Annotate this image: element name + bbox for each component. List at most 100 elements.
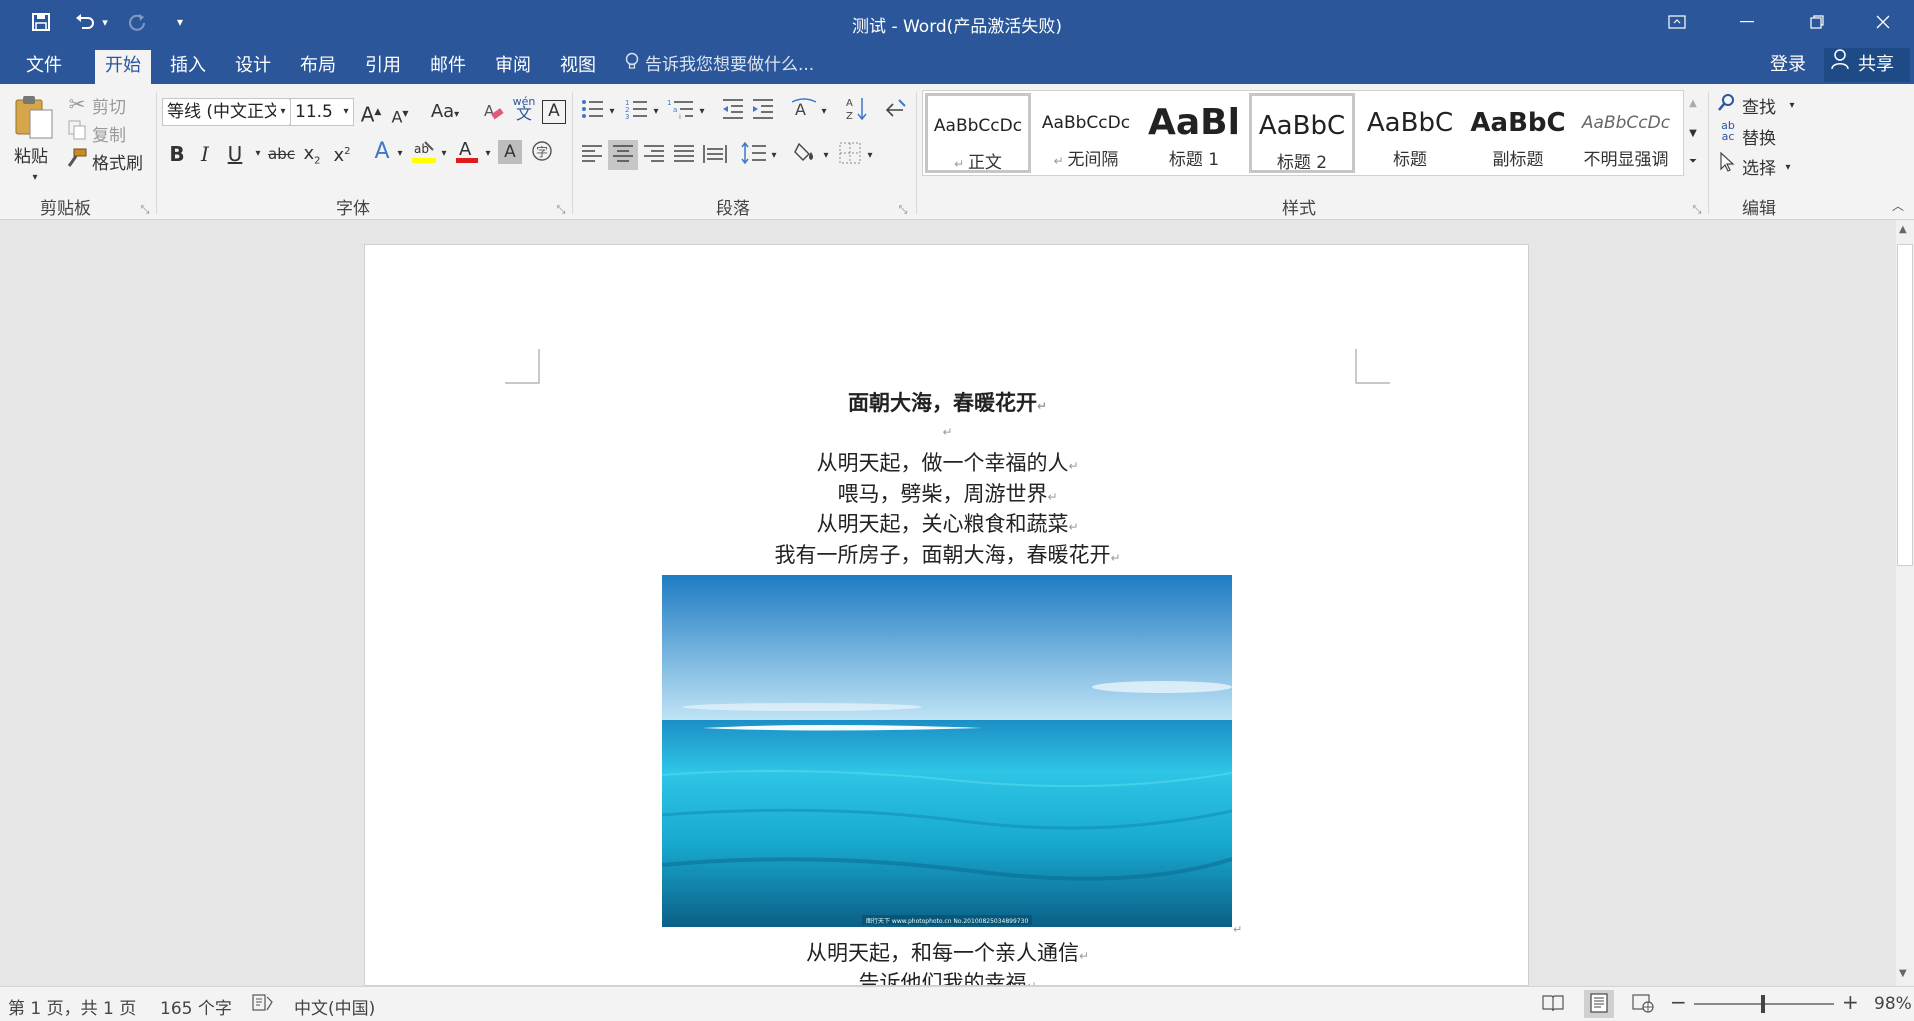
- highlight-color-icon[interactable]: ab: [410, 138, 438, 171]
- font-name-combo[interactable]: 等线 (中文正文: [162, 98, 290, 126]
- select-dropdown-icon[interactable]: ▾: [1782, 156, 1794, 180]
- sort-icon[interactable]: AZ: [844, 96, 870, 127]
- zoom-level[interactable]: 98%: [1874, 994, 1912, 1014]
- character-shading-icon[interactable]: A: [498, 140, 522, 164]
- numbering-dropdown-icon[interactable]: ▾: [650, 100, 662, 124]
- style-heading-2[interactable]: AaBbC 标题 2: [1249, 93, 1355, 173]
- subscript-icon[interactable]: x2: [300, 142, 324, 174]
- zoom-in-button[interactable]: +: [1842, 990, 1859, 1014]
- paragraph-line[interactable]: 我有一所房子，面朝大海，春暖花开↵: [365, 539, 1528, 569]
- paragraph-line[interactable]: 喂马，劈柴，周游世界↵: [365, 478, 1528, 508]
- paragraph-launcher-icon[interactable]: ⤡: [896, 198, 910, 222]
- sign-in-link[interactable]: 登录: [1770, 50, 1806, 80]
- phonetic-guide-icon[interactable]: wén 文: [512, 96, 536, 122]
- align-center-icon[interactable]: [608, 140, 638, 170]
- clear-formatting-icon[interactable]: A: [482, 100, 506, 127]
- styles-scroll-up-icon[interactable]: ▲: [1684, 92, 1702, 116]
- tab-mailings[interactable]: 邮件: [420, 50, 476, 84]
- shading-icon[interactable]: [792, 140, 820, 171]
- text-effects-icon[interactable]: A: [370, 140, 394, 164]
- underline-icon[interactable]: U: [226, 142, 244, 166]
- text-direction-icon[interactable]: A: [790, 98, 818, 125]
- clipboard-launcher-icon[interactable]: ⤡: [138, 198, 152, 222]
- scroll-down-icon[interactable]: ▼: [1899, 968, 1907, 979]
- distributed-icon[interactable]: [702, 144, 728, 169]
- minimize-button[interactable]: [1712, 0, 1782, 44]
- tell-me-search[interactable]: 告诉我您想要做什么...: [625, 50, 814, 80]
- empty-paragraph[interactable]: ↵: [365, 417, 1528, 441]
- font-size-dropdown-icon[interactable]: ▾: [340, 100, 352, 124]
- superscript-icon[interactable]: x2: [330, 140, 354, 168]
- bullets-dropdown-icon[interactable]: ▾: [606, 100, 618, 124]
- underline-dropdown-icon[interactable]: ▾: [252, 142, 264, 166]
- shading-dropdown-icon[interactable]: ▾: [820, 144, 832, 168]
- tab-file[interactable]: 文件: [16, 50, 72, 84]
- tab-insert[interactable]: 插入: [160, 50, 216, 84]
- numbering-icon[interactable]: 123: [624, 98, 650, 125]
- tab-layout[interactable]: 布局: [290, 50, 346, 84]
- tab-design[interactable]: 设计: [225, 50, 281, 84]
- word-count[interactable]: 165 个字: [160, 994, 232, 1019]
- strikethrough-icon[interactable]: abc: [268, 142, 295, 166]
- paragraph-line[interactable]: 从明天起，关心粮食和蔬菜↵: [365, 508, 1528, 538]
- justify-icon[interactable]: [672, 144, 696, 169]
- styles-launcher-icon[interactable]: ⤡: [1690, 198, 1704, 222]
- bullets-icon[interactable]: [580, 98, 606, 125]
- italic-icon[interactable]: I: [196, 142, 214, 166]
- language-indicator[interactable]: 中文(中国): [294, 994, 375, 1019]
- tab-view[interactable]: 视图: [550, 50, 606, 84]
- align-left-icon[interactable]: [580, 144, 604, 169]
- font-color-icon[interactable]: A: [454, 138, 480, 171]
- share-button[interactable]: 共享: [1824, 48, 1910, 82]
- shrink-font-icon[interactable]: A▼: [388, 102, 412, 129]
- paragraph-line[interactable]: 告诉他们我的幸福↵: [365, 967, 1528, 985]
- paste-icon[interactable]: [12, 94, 56, 140]
- style-subtle-emphasis[interactable]: AaBbCcDc 不明显强调: [1573, 93, 1679, 173]
- highlight-dropdown-icon[interactable]: ▾: [438, 142, 450, 166]
- line-spacing-dropdown-icon[interactable]: ▾: [768, 144, 780, 168]
- paragraph-line[interactable]: 从明天起，和每一个亲人通信↵: [365, 937, 1528, 967]
- paste-dropdown-icon[interactable]: ▾: [26, 166, 44, 190]
- print-layout-icon[interactable]: [1584, 990, 1614, 1018]
- font-color-dropdown-icon[interactable]: ▾: [482, 142, 494, 166]
- style-heading-1[interactable]: AaBl 标题 1: [1141, 93, 1247, 173]
- replace-button[interactable]: 替换: [1742, 124, 1776, 149]
- web-layout-icon[interactable]: [1632, 993, 1654, 1018]
- copy-button[interactable]: 复制: [92, 121, 126, 146]
- font-launcher-icon[interactable]: ⤡: [554, 198, 568, 222]
- decrease-indent-icon[interactable]: [720, 98, 746, 125]
- tab-home[interactable]: 开始: [95, 50, 151, 84]
- multilevel-list-icon[interactable]: 1ai: [666, 98, 696, 125]
- sea-photo[interactable]: 图行天下 www.photophoto.cn No.20100825034899…: [662, 575, 1232, 927]
- page-count[interactable]: 第 1 页，共 1 页: [8, 994, 136, 1019]
- format-painter-button[interactable]: 格式刷: [92, 149, 143, 174]
- show-formatting-marks-icon[interactable]: [884, 98, 908, 125]
- text-direction-dropdown-icon[interactable]: ▾: [818, 100, 830, 124]
- borders-dropdown-icon[interactable]: ▾: [864, 144, 876, 168]
- style-no-spacing[interactable]: AaBbCcDc ↵ 无间隔: [1033, 93, 1139, 173]
- style-subtitle[interactable]: AaBbC 副标题: [1465, 93, 1571, 173]
- scrollbar-thumb[interactable]: [1897, 244, 1913, 566]
- select-button[interactable]: 选择: [1742, 154, 1776, 179]
- character-border-icon[interactable]: A: [542, 100, 566, 124]
- style-title[interactable]: AaBbC 标题: [1357, 93, 1463, 173]
- cut-button[interactable]: 剪切: [92, 93, 126, 118]
- style-normal[interactable]: AaBbCcDc ↵ 正文: [925, 93, 1031, 173]
- font-name-dropdown-icon[interactable]: ▾: [276, 100, 290, 124]
- paragraph-line[interactable]: 从明天起，做一个幸福的人↵: [365, 447, 1528, 477]
- styles-scroll-down-icon[interactable]: ▼: [1684, 122, 1702, 146]
- find-button[interactable]: 查找: [1742, 93, 1776, 118]
- read-mode-icon[interactable]: [1542, 993, 1564, 1018]
- document-title[interactable]: 面朝大海，春暖花开↵: [365, 387, 1528, 417]
- vertical-scrollbar[interactable]: ▲ ▼: [1896, 220, 1914, 986]
- scroll-up-icon[interactable]: ▲: [1899, 224, 1907, 235]
- paste-button[interactable]: 粘贴: [14, 142, 48, 167]
- find-dropdown-icon[interactable]: ▾: [1786, 94, 1798, 118]
- grow-font-icon[interactable]: A▲: [358, 100, 384, 127]
- tab-review[interactable]: 审阅: [485, 50, 541, 84]
- document-page[interactable]: 面朝大海，春暖花开↵ ↵ 从明天起，做一个幸福的人↵ 喂马，劈柴，周游世界↵ 从…: [364, 244, 1529, 986]
- enclose-characters-icon[interactable]: 字: [530, 140, 554, 167]
- restore-button[interactable]: [1782, 0, 1852, 44]
- borders-icon[interactable]: [838, 142, 862, 169]
- change-case-icon[interactable]: Aa▾: [426, 100, 464, 127]
